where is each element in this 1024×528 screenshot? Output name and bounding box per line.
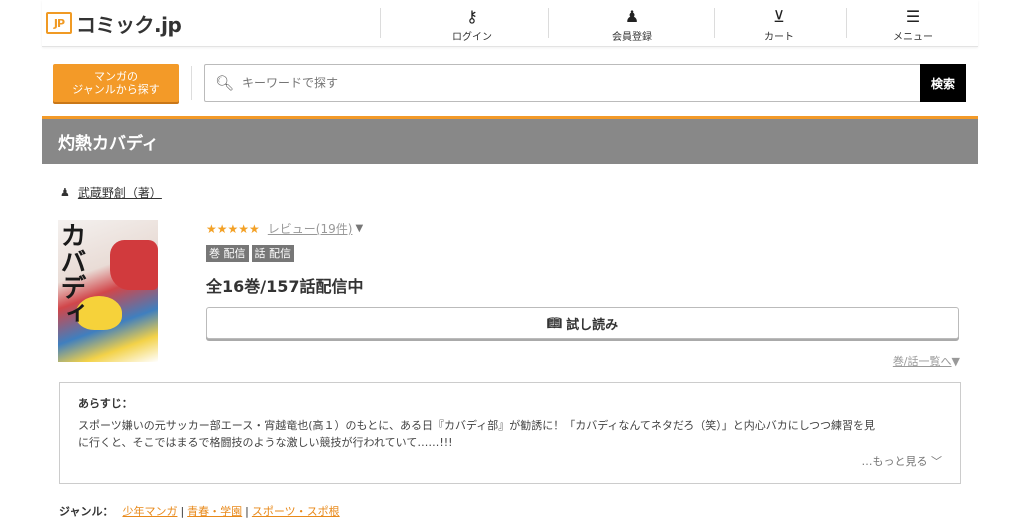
- logo-text: コミック.jp: [76, 12, 182, 37]
- nav-divider: [846, 8, 847, 38]
- nav-register-label: 会員登録: [612, 32, 652, 43]
- nav-divider: [548, 8, 549, 38]
- synopsis-text: スポーツ嫌いの元サッカー部エース・宵越竜也(高１）のもとに、ある日『カバディ部』…: [78, 417, 942, 451]
- menu-icon: ☰: [905, 7, 921, 26]
- search-input[interactable]: [240, 75, 885, 91]
- logo-book-icon: JP: [46, 12, 72, 34]
- key-icon: ⚷: [466, 7, 478, 26]
- synopsis-line: に行くと、そこではまるで格闘技のような激しい競技が行われていて……!!!: [78, 436, 453, 449]
- site-logo[interactable]: JP コミック.jp: [46, 10, 182, 37]
- synopsis-line: スポーツ嫌いの元サッカー部エース・宵越竜也(高１）のもとに、ある日『カバディ部』…: [78, 419, 876, 432]
- genre-search-button[interactable]: マンガの ジャンルから探す: [53, 64, 179, 102]
- nav-divider: [380, 8, 381, 38]
- genre-separator: |: [180, 504, 185, 518]
- chevron-down-icon: ﹀: [931, 455, 942, 468]
- author-row: ♟ 武蔵野創（著）: [60, 184, 162, 201]
- nav-cart-label: カート: [764, 32, 794, 43]
- nav-register[interactable]: ♟ 会員登録: [597, 0, 667, 46]
- open-book-icon: 📖︎: [546, 316, 563, 330]
- rating-stars: ★★★★★: [206, 221, 260, 236]
- cover-title-art: カバディ: [58, 222, 86, 326]
- nav-login[interactable]: ⚷ ログイン: [437, 0, 507, 46]
- title-bar: 灼熱カバディ: [42, 116, 978, 164]
- nav-login-label: ログイン: [452, 32, 492, 43]
- episode-badge: 話 配信: [251, 245, 294, 262]
- search-icon: 🔍︎: [215, 74, 235, 92]
- person-icon: ♟: [624, 7, 640, 26]
- page-title: 灼熱カバディ: [58, 134, 159, 154]
- chevron-down-icon[interactable]: ▼: [355, 223, 363, 234]
- cover-art: [110, 240, 158, 290]
- synopsis-heading: あらすじ：: [78, 397, 133, 410]
- person-icon: ♟: [60, 186, 70, 199]
- genre-button-line2: ジャンルから探す: [72, 83, 160, 96]
- author-link[interactable]: 武蔵野創（著）: [78, 184, 162, 201]
- site-header: JP コミック.jp ⚷ ログイン ♟ 会員登録 ⊻ カート ☰ メニュー: [42, 0, 978, 47]
- nav-menu[interactable]: ☰ メニュー: [878, 0, 948, 46]
- volume-list-label: 巻/話一覧へ: [892, 355, 952, 368]
- availability-text: 全16巻/157話配信中: [206, 277, 364, 296]
- volume-list-link[interactable]: 巻/話一覧へ▼: [893, 353, 960, 369]
- cart-icon: ⊻: [773, 7, 785, 26]
- show-more-label: …もっと見る: [861, 455, 928, 468]
- cover-image[interactable]: カバディ: [58, 220, 158, 362]
- genre-link[interactable]: スポーツ・スポ根: [252, 503, 340, 519]
- volume-badge: 巻 配信: [206, 245, 249, 262]
- synopsis-box: あらすじ： スポーツ嫌いの元サッカー部エース・宵越竜也(高１）のもとに、ある日『…: [59, 382, 961, 484]
- nav-cart[interactable]: ⊻ カート: [744, 0, 814, 46]
- review-link[interactable]: レビュー(19件): [268, 220, 353, 237]
- trial-read-label: 試し読み: [566, 317, 619, 333]
- genre-label: ジャンル：: [59, 505, 114, 518]
- search-box: 🔍︎: [204, 64, 920, 102]
- genre-link[interactable]: 少年マンガ: [122, 503, 177, 519]
- trial-read-button[interactable]: 📖︎ 試し読み: [206, 307, 959, 339]
- genre-separator: |: [245, 504, 249, 518]
- show-more-button[interactable]: …もっと見る ﹀: [862, 453, 943, 469]
- rating-row: ★★★★★ レビュー(19件) ▼: [206, 220, 363, 237]
- genre-row: ジャンル： 少年マンガ | 青春・学園 | スポーツ・スポ根: [59, 503, 340, 519]
- search-divider: [191, 66, 192, 100]
- nav-menu-label: メニュー: [893, 32, 933, 43]
- nav-divider: [714, 8, 715, 38]
- genre-link[interactable]: 青春・学園: [187, 503, 242, 519]
- distribution-badges: 巻 配信 話 配信: [206, 245, 294, 262]
- chevron-down-icon: ▼: [951, 355, 960, 368]
- genre-button-line1: マンガの: [94, 70, 138, 83]
- search-button[interactable]: 検索: [920, 64, 966, 102]
